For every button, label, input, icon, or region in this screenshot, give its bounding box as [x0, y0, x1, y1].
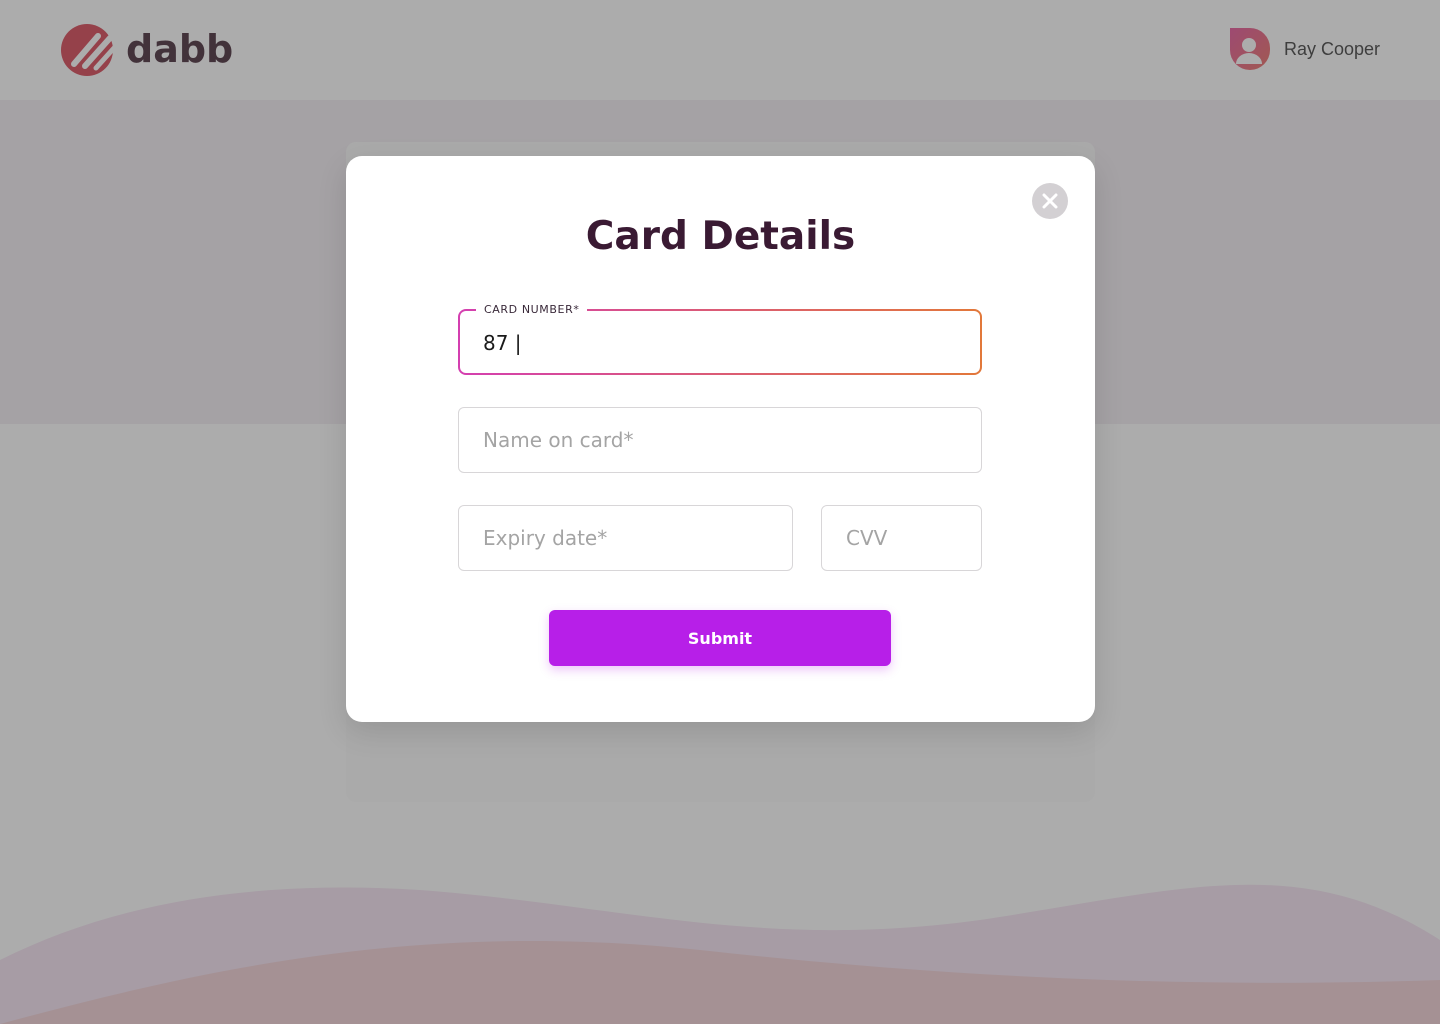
cvv-field[interactable]: [821, 505, 982, 571]
close-icon: [1042, 193, 1058, 209]
name-on-card-field[interactable]: [458, 407, 982, 473]
submit-button[interactable]: Submit: [549, 610, 891, 666]
modal-title: Card Details: [585, 214, 856, 259]
name-on-card-input[interactable]: [459, 408, 981, 472]
card-number-value[interactable]: 87 |: [483, 331, 522, 355]
expiry-date-field[interactable]: [458, 505, 793, 571]
card-number-field[interactable]: CARD NUMBER* 87 |: [458, 303, 982, 375]
expiry-date-input[interactable]: [459, 506, 792, 570]
card-number-label: CARD NUMBER*: [476, 303, 588, 316]
card-details-modal: Card Details CARD NUMBER* 87 | Submit: [346, 156, 1095, 722]
cvv-input[interactable]: [822, 506, 981, 570]
